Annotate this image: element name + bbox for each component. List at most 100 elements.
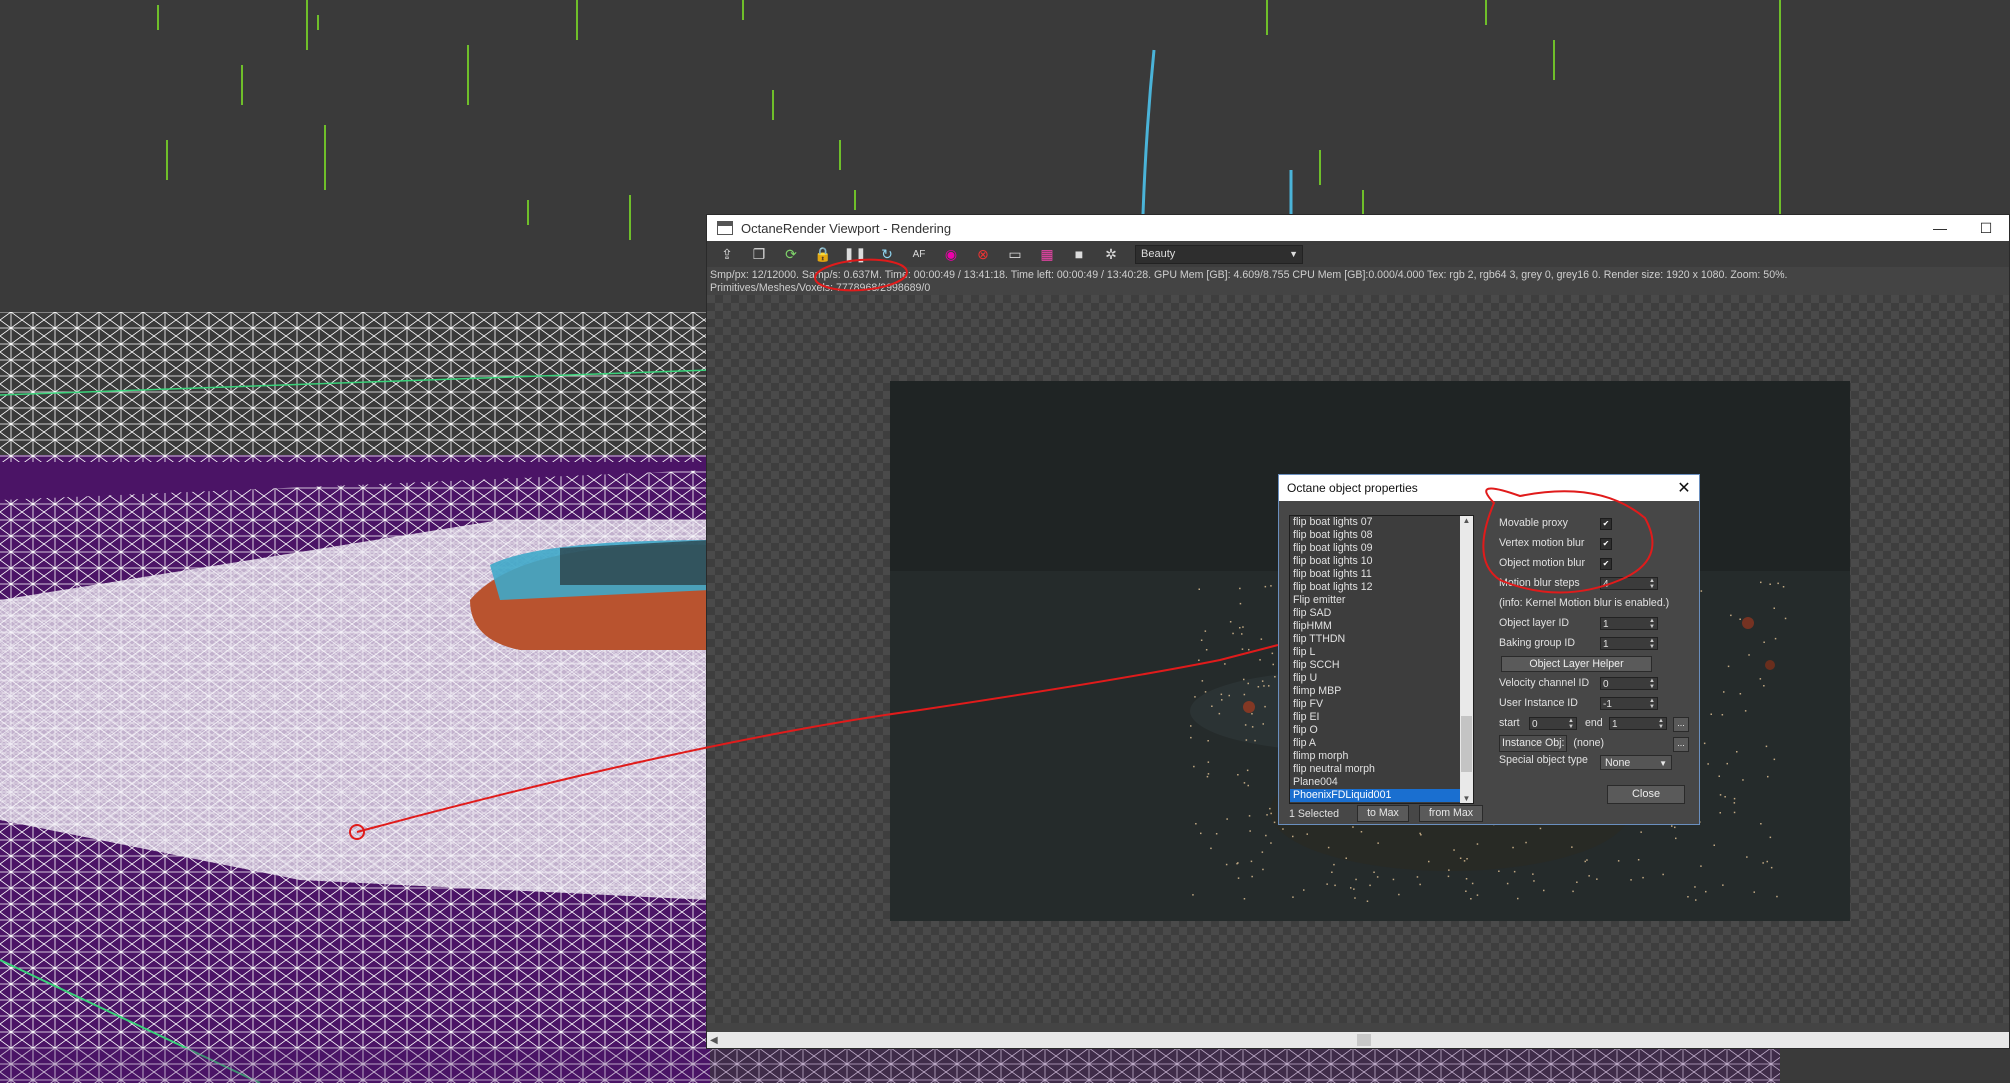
object-layer-id-row: Object layer ID	[1499, 615, 1569, 631]
camera-icon[interactable]: ■	[1065, 243, 1093, 265]
object-layer-id-spinner[interactable]: 1 ▲ ▼	[1600, 617, 1658, 630]
scroll-left-icon[interactable]: ◀	[710, 1035, 718, 1046]
object-properties-dialog[interactable]: Octane object properties ✕ flip boat lig…	[1278, 474, 1700, 825]
monitor-icon[interactable]: ▭	[1001, 243, 1029, 265]
object-motion-blur-row: Object motion blur	[1499, 555, 1585, 571]
render-pass-value: Beauty	[1141, 248, 1176, 260]
noise-sample	[1746, 856, 1748, 858]
scrollbar-thumb[interactable]	[1357, 1034, 1371, 1046]
special-object-type-dropdown[interactable]: None ▼	[1600, 755, 1672, 770]
noise-sample	[1247, 784, 1249, 787]
list-scrollbar[interactable]: ▲ ▼	[1460, 516, 1473, 803]
noise-sample	[1532, 873, 1534, 875]
velocity-channel-id-spinner[interactable]: 0 ▲ ▼	[1600, 677, 1658, 690]
maximize-button[interactable]: ☐	[1963, 215, 2009, 241]
instance-obj-row: Instance Obj: (none)	[1499, 734, 1604, 752]
list-item[interactable]: flip FV	[1290, 698, 1460, 711]
scroll-down-icon[interactable]: ▼	[1460, 794, 1473, 803]
list-item[interactable]: flipHMM	[1290, 620, 1460, 633]
lock-icon[interactable]: 🔒	[809, 243, 837, 265]
noise-sample	[1506, 882, 1509, 885]
noise-sample	[1447, 875, 1450, 878]
dialog-titlebar[interactable]: Octane object properties ✕	[1279, 475, 1699, 501]
scroll-up-icon[interactable]: ▲	[1460, 516, 1473, 525]
noise-sample	[1769, 836, 1772, 839]
noise-sample	[1733, 797, 1736, 800]
noise-sample	[1204, 691, 1207, 693]
special-object-type-row: Special object type	[1499, 752, 1588, 768]
noise-sample	[1262, 868, 1264, 871]
list-item[interactable]: flip boat lights 09	[1290, 542, 1460, 555]
minimize-button[interactable]: —	[1917, 215, 1963, 241]
from-max-button[interactable]: from Max	[1418, 805, 1484, 822]
noise-sample	[1753, 891, 1755, 893]
color-wheel-icon[interactable]: ◉	[937, 243, 965, 265]
window-titlebar[interactable]: OctaneRender Viewport - Rendering — ☐	[707, 215, 2009, 241]
object-motion-blur-checkbox[interactable]: ✔	[1600, 558, 1612, 570]
af-icon[interactable]: AF	[905, 243, 933, 265]
list-item[interactable]: flip boat lights 11	[1290, 568, 1460, 581]
baking-group-id-spinner[interactable]: 1 ▲ ▼	[1600, 637, 1658, 650]
list-item[interactable]: Plane004	[1290, 776, 1460, 789]
refresh-icon[interactable]: ↻	[873, 243, 901, 265]
list-item[interactable]: flip boat lights 10	[1290, 555, 1460, 568]
list-item[interactable]: flimp MBP	[1290, 685, 1460, 698]
list-item[interactable]: flimp morph	[1290, 750, 1460, 763]
noise-sample	[1268, 685, 1270, 687]
noise-sample	[1543, 889, 1545, 892]
send-scene-icon[interactable]: ⇪	[713, 243, 741, 265]
list-item[interactable]: flip SCCH	[1290, 659, 1460, 672]
list-item[interactable]: flip U	[1290, 672, 1460, 685]
special-object-type-value: None	[1605, 757, 1631, 769]
list-item[interactable]: flip EI	[1290, 711, 1460, 724]
region-icon[interactable]: ⊗	[969, 243, 997, 265]
noise-sample	[1453, 849, 1455, 851]
instance-obj-more-button[interactable]: ...	[1673, 737, 1689, 752]
frame-range-more-button[interactable]: ...	[1673, 717, 1689, 732]
start-spinner[interactable]: 0 ▲ ▼	[1529, 717, 1577, 730]
noise-sample	[1272, 663, 1274, 666]
close-button[interactable]: Close	[1607, 785, 1685, 804]
noise-sample	[1228, 694, 1230, 697]
user-instance-id-spinner[interactable]: -1 ▲ ▼	[1600, 697, 1658, 710]
film-icon[interactable]: ▦	[1033, 243, 1061, 265]
list-item[interactable]: Flip emitter	[1290, 594, 1460, 607]
horizontal-scrollbar[interactable]: ◀	[707, 1032, 2009, 1048]
restart-render-icon[interactable]: ⟳	[777, 243, 805, 265]
noise-sample	[1262, 723, 1264, 725]
to-max-button[interactable]: to Max	[1357, 805, 1409, 822]
noise-sample	[1201, 680, 1204, 682]
pause-icon[interactable]: ❚❚	[841, 243, 869, 265]
list-item[interactable]: PhoenixFDLiquid001	[1290, 789, 1460, 802]
noise-sample	[1247, 682, 1249, 685]
list-item[interactable]: flip L	[1290, 646, 1460, 659]
noise-sample	[1700, 590, 1703, 592]
object-layer-helper-button[interactable]: Object Layer Helper	[1501, 656, 1652, 672]
list-scrollbar-thumb[interactable]	[1461, 716, 1472, 772]
settings-icon[interactable]: ✲	[1097, 243, 1125, 265]
end-spinner[interactable]: 1 ▲ ▼	[1609, 717, 1667, 730]
noise-sample	[1259, 659, 1261, 661]
list-item[interactable]: flip neutral morph	[1290, 763, 1460, 776]
vertex-motion-blur-checkbox[interactable]: ✔	[1600, 538, 1612, 550]
noise-sample	[1719, 794, 1722, 796]
close-icon[interactable]: ✕	[1669, 478, 1699, 498]
list-item[interactable]: flip boat lights 12	[1290, 581, 1460, 594]
object-list[interactable]: flip boat lights 07 flip boat lights 08 fl…	[1289, 515, 1474, 804]
noise-sample	[1617, 860, 1620, 862]
render-pass-dropdown[interactable]: Beauty ▼	[1135, 244, 1303, 264]
motion-blur-steps-spinner[interactable]: 4 ▲ ▼	[1600, 577, 1658, 590]
list-item[interactable]: flip A	[1290, 737, 1460, 750]
list-item[interactable]: flip boat lights 07	[1290, 516, 1460, 529]
list-item[interactable]: flip O	[1290, 724, 1460, 737]
movable-proxy-checkbox[interactable]: ✔	[1600, 518, 1612, 530]
noise-sample	[1777, 582, 1779, 585]
vertex-motion-blur-label: Vertex motion blur	[1499, 537, 1585, 549]
noise-sample	[1773, 607, 1775, 609]
copy-icon[interactable]: ❐	[745, 243, 773, 265]
list-item[interactable]: flip SAD	[1290, 607, 1460, 620]
instance-obj-button[interactable]: Instance Obj:	[1499, 734, 1568, 752]
noise-sample	[1207, 740, 1209, 742]
list-item[interactable]: flip TTHDN	[1290, 633, 1460, 646]
list-item[interactable]: flip boat lights 08	[1290, 529, 1460, 542]
